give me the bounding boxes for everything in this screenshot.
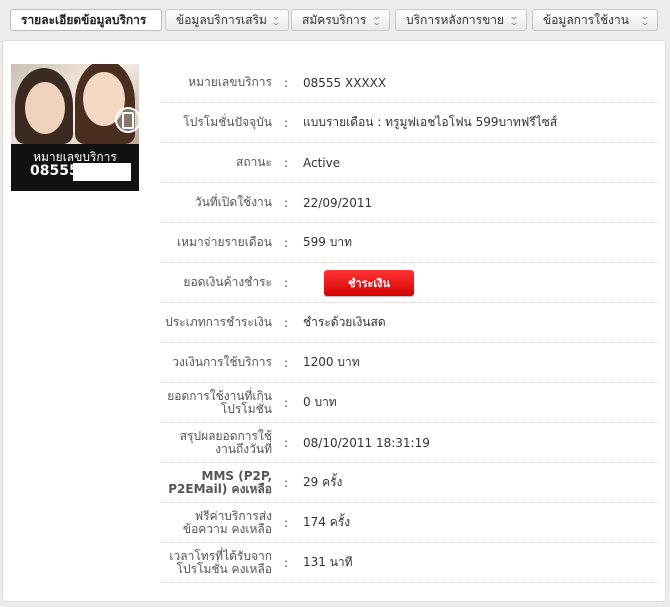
detail-row-call-time-remaining: เวลาโทรที่ได้รับจากโปรโมชั่น คงเหลือ : 1… — [160, 543, 658, 583]
detail-label: ประเภทการชำระเงิน — [165, 315, 272, 329]
detail-value: 131 นาที — [303, 555, 353, 569]
tab-label: บริการหลังการขาย — [406, 12, 505, 27]
detail-label: สถานะ — [236, 155, 272, 169]
detail-label: เวลาโทรที่ได้รับจากโปรโมชั่น คงเหลือ — [169, 548, 272, 576]
detail-label: วงเงินการใช้บริการ — [172, 355, 272, 369]
detail-label: เหมาจ่ายรายเดือน — [177, 235, 272, 249]
pay-button[interactable]: ชำระเงิน — [324, 270, 414, 296]
detail-value: 174 ครั้ง — [303, 515, 351, 529]
detail-row-monthly-fee: เหมาจ่ายรายเดือน : 599 บาท — [160, 223, 658, 263]
detail-row-mms-remaining: MMS (P2P, P2EMail) คงเหลือ : 29 ครั้ง — [160, 463, 658, 503]
detail-row-current-promotion: โปรโมชั่นปัจจุบัน : แบบรายเดือน : ทรูมูฟ… — [160, 103, 658, 143]
detail-label: วันที่เปิดใช้งาน — [194, 195, 272, 209]
detail-label: ยอดการใช้งานที่เกินโปรโมชั่น — [167, 388, 272, 416]
detail-label: ฟรีค่าบริการส่งข้อความ คงเหลือ — [182, 508, 272, 536]
detail-row-activation-date: วันที่เปิดใช้งาน : 22/09/2011 — [160, 183, 658, 223]
number-mask — [73, 163, 131, 181]
profile-photo — [11, 64, 139, 144]
detail-row-payment-type: ประเภทการชำระเงิน : ชำระด้วยเงินสด — [160, 303, 658, 343]
detail-row-status: สถานะ : Active — [160, 143, 658, 183]
tab-after-sales[interactable]: บริการหลังการขาย ⌄ ⌄ — [395, 9, 527, 31]
detail-value: 08/10/2011 18:31:19 — [303, 435, 430, 450]
chevron-double-down-icon: ⌄ ⌄ — [270, 12, 282, 28]
tab-label: ข้อมูลบริการเสริม — [176, 12, 267, 27]
profile-number: 08555 — [30, 163, 79, 179]
detail-value: 599 บาท — [303, 235, 352, 249]
detail-label: หมายเลขบริการ — [188, 75, 272, 89]
detail-value: 29 ครั้ง — [303, 475, 343, 489]
detail-row-service-number: หมายเลขบริการ : 08555 XXXXX — [160, 63, 658, 103]
tab-bar: รายละเอียดข้อมูลบริการ ข้อมูลบริการเสริม… — [10, 9, 658, 33]
detail-value: แบบรายเดือน : ทรูมูฟเอชไอโฟน 599บาทฟรีไซ… — [303, 115, 558, 129]
detail-row-free-sms-remaining: ฟรีค่าบริการส่งข้อความ คงเหลือ : 174 ครั… — [160, 503, 658, 543]
detail-value: ชำระด้วยเงินสด — [303, 315, 386, 329]
detail-value: Active — [303, 155, 341, 170]
detail-label: โปรโมชั่นปัจจุบัน — [183, 115, 272, 129]
detail-row-outstanding-balance: ยอดเงินค้างชำระ : ชำระเงิน — [160, 263, 658, 303]
detail-value: 0 บาท — [303, 395, 337, 409]
mobile-phone-icon — [115, 107, 139, 133]
detail-row-usage-over-promotion: ยอดการใช้งานที่เกินโปรโมชั่น : 0 บาท — [160, 383, 658, 423]
detail-row-usage-summary-date: สรุปผลยอดการใช้งานถึงวันที่ : 08/10/2011… — [160, 423, 658, 463]
chevron-double-down-icon: ⌄ ⌄ — [508, 12, 520, 28]
tab-subscribe[interactable]: สมัครบริการ ⌄ ⌄ — [291, 9, 390, 31]
tab-usage-info[interactable]: ข้อมูลการใช้งาน ⌄ ⌄ — [532, 9, 658, 31]
detail-value: 08555 XXXXX — [303, 75, 387, 90]
tab-extra-services[interactable]: ข้อมูลบริการเสริม ⌄ ⌄ — [165, 9, 289, 31]
tab-label: สมัครบริการ — [302, 12, 367, 27]
tab-label: รายละเอียดข้อมูลบริการ — [21, 12, 147, 27]
chevron-double-down-icon: ⌄ ⌄ — [371, 12, 383, 28]
detail-label: ยอดเงินค้างชำระ — [183, 275, 272, 289]
service-details-list: หมายเลขบริการ : 08555 XXXXX โปรโมชั่นปัจ… — [160, 63, 658, 583]
chevron-double-down-icon: ⌄ ⌄ — [639, 12, 651, 28]
detail-row-credit-limit: วงเงินการใช้บริการ : 1200 บาท — [160, 343, 658, 383]
tab-label: ข้อมูลการใช้งาน — [543, 12, 629, 27]
tab-service-details[interactable]: รายละเอียดข้อมูลบริการ — [10, 9, 162, 31]
detail-label: สรุปผลยอดการใช้งานถึงวันที่ — [179, 428, 272, 456]
detail-label: MMS (P2P, P2EMail) คงเหลือ — [168, 468, 272, 496]
detail-value: 1200 บาท — [303, 355, 360, 369]
profile-card: หมายเลขบริการ 08555 — [11, 64, 139, 191]
detail-value: 22/09/2011 — [303, 195, 373, 210]
